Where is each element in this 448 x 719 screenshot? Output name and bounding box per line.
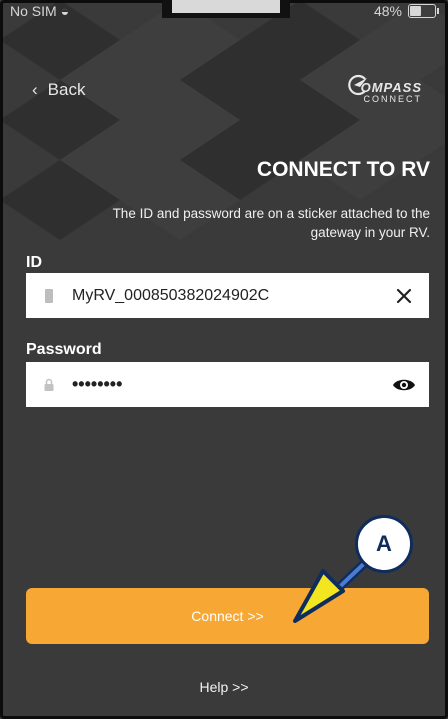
- battery-percent: 48%: [373, 3, 402, 19]
- back-button[interactable]: ‹ Back: [32, 80, 85, 100]
- compass-connect-logo: OMPASS CONNECT: [347, 74, 422, 104]
- top-tab: [162, 0, 290, 18]
- id-field[interactable]: MyRV_000850382024902C: [26, 273, 429, 318]
- password-field[interactable]: ••••••••: [26, 362, 429, 407]
- compass-logo-icon: [347, 74, 367, 96]
- page-title: CONNECT TO RV: [256, 158, 430, 181]
- battery-icon: [408, 4, 439, 18]
- id-card-icon: [26, 288, 72, 303]
- app-screen: No SIM ◒ 5:58 PM 48% ‹ Back OMPASS CONNE…: [0, 0, 448, 719]
- password-input[interactable]: ••••••••: [72, 374, 379, 395]
- id-label: ID: [26, 254, 42, 271]
- chevron-left-icon: ‹: [32, 80, 38, 99]
- back-label: Back: [47, 80, 86, 99]
- connect-button[interactable]: Connect >>: [26, 588, 429, 644]
- annotation-marker: A: [355, 515, 413, 573]
- password-label: Password: [26, 341, 102, 358]
- clear-icon[interactable]: [379, 288, 429, 304]
- id-input[interactable]: MyRV_000850382024902C: [72, 287, 379, 305]
- eye-icon[interactable]: [379, 377, 429, 393]
- help-link[interactable]: Help >>: [0, 679, 448, 695]
- instructions-text: The ID and password are on a sticker att…: [112, 206, 430, 240]
- lock-icon: [26, 378, 72, 391]
- battery-status: 48%: [373, 3, 439, 19]
